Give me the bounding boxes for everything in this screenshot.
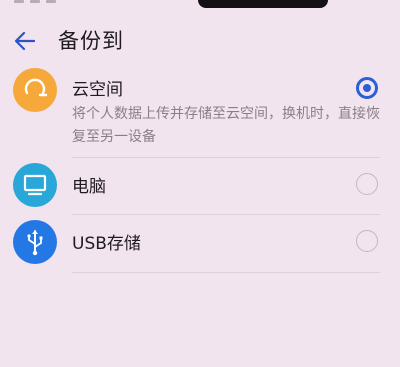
page-title: 备份到 (58, 29, 124, 53)
divider (72, 272, 380, 273)
option-cloud[interactable]: 云空间 将个人数据上传并存储至云空间，换机时，直接恢复至另一设备 (0, 65, 400, 155)
status-indicator-icon (30, 0, 40, 3)
option-usb[interactable]: USB存储 (0, 217, 400, 271)
status-bar (0, 0, 400, 20)
divider (72, 157, 380, 158)
status-icons (14, 0, 74, 4)
divider (72, 214, 380, 215)
radio-selected[interactable] (356, 77, 378, 99)
option-label: 电脑 (72, 177, 106, 197)
arrow-left-icon[interactable] (11, 27, 39, 55)
status-indicator-icon (14, 0, 24, 3)
radio-unselected[interactable] (356, 173, 378, 195)
display-notch (198, 0, 328, 8)
option-label: USB存储 (72, 234, 141, 254)
cloud-sync-icon (13, 68, 57, 112)
header: 备份到 (0, 22, 400, 62)
radio-unselected[interactable] (356, 230, 378, 252)
computer-monitor-icon (13, 163, 57, 207)
status-indicator-icon (46, 0, 56, 3)
option-label: 云空间 (72, 80, 123, 100)
option-computer[interactable]: 电脑 (0, 160, 400, 212)
option-description: 将个人数据上传并存储至云空间，换机时，直接恢复至另一设备 (72, 106, 380, 145)
usb-icon (13, 220, 57, 264)
